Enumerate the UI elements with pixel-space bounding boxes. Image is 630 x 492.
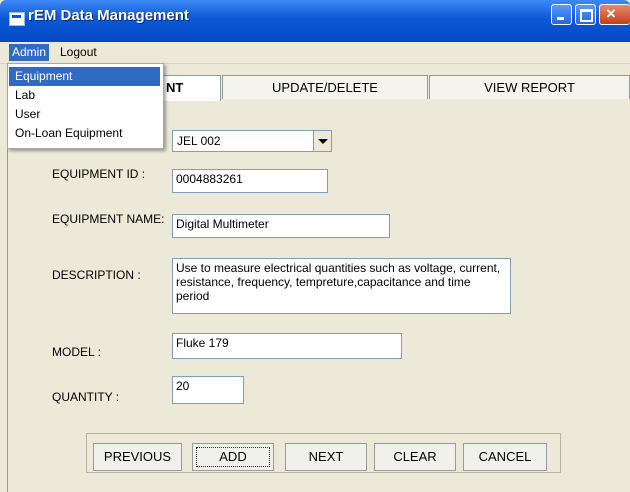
equipment-id-label: EQUIPMENT ID : (52, 167, 146, 181)
add-button[interactable]: ADD (192, 443, 274, 471)
previous-button[interactable]: PREVIOUS (93, 443, 182, 471)
menu-item-lab[interactable]: Lab (9, 86, 160, 105)
clear-button[interactable]: CLEAR (374, 443, 456, 471)
next-button[interactable]: NEXT (285, 443, 367, 471)
menu-item-equipment[interactable]: Equipment (9, 67, 160, 86)
tab-add-equipment-label: NT (166, 80, 184, 95)
menu-item-user[interactable]: User (9, 105, 160, 124)
menu-item-on-loan-equipment[interactable]: On-Loan Equipment (9, 124, 160, 143)
maximize-button[interactable] (575, 4, 596, 25)
tab-update-delete[interactable]: UPDATE/DELETE (222, 75, 428, 99)
action-button-group: PREVIOUS ADD NEXT CLEAR CANCEL (86, 433, 561, 473)
menu-logout[interactable]: Logout (57, 44, 100, 61)
quantity-label: QUANTITY : (52, 390, 120, 404)
tab-view-report[interactable]: VIEW REPORT (429, 75, 630, 99)
equipment-name-label: EQUIPMENT NAME: (52, 212, 165, 226)
admin-dropdown-menu: Equipment Lab User On-Loan Equipment (7, 63, 164, 149)
description-label: DESCRIPTION : (52, 268, 141, 282)
equipment-selector[interactable]: JEL 002 (172, 130, 332, 152)
close-icon: × (606, 4, 616, 23)
app-window: rEM Data Management × Admin Logout NT UP… (0, 0, 630, 492)
model-label: MODEL : (52, 345, 101, 359)
description-field[interactable]: Use to measure electrical quantities suc… (172, 258, 511, 314)
quantity-field[interactable]: 20 (172, 376, 244, 404)
equipment-name-field[interactable]: Digital Multimeter (172, 214, 390, 238)
title-bar: rEM Data Management × (0, 0, 630, 42)
app-icon (9, 12, 25, 26)
equipment-selector-value: JEL 002 (177, 134, 221, 148)
model-field[interactable]: Fluke 179 (172, 333, 402, 359)
minimize-button[interactable] (551, 4, 572, 25)
menu-bar: Admin Logout (0, 42, 630, 64)
close-button[interactable]: × (599, 4, 630, 25)
menu-admin[interactable]: Admin (9, 44, 50, 61)
window-title: rEM Data Management (28, 7, 189, 24)
chevron-down-icon[interactable] (313, 131, 331, 151)
cancel-button[interactable]: CANCEL (463, 443, 547, 471)
equipment-id-field[interactable]: 0004883261 (172, 169, 328, 193)
